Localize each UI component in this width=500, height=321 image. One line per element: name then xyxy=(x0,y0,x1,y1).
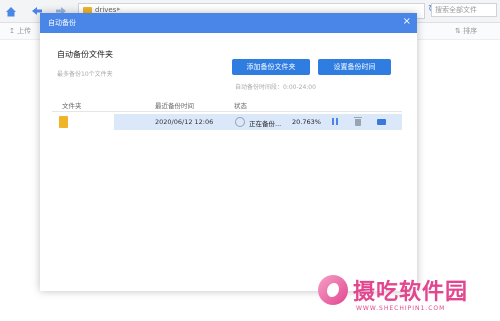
dialog-title: 自动备份 xyxy=(48,19,76,27)
pause-icon[interactable] xyxy=(330,117,339,127)
auto-backup-dialog: 自动备份 × 自动备份文件夹 最多备份10个文件夹 添加备份文件夹 设置备份时间… xyxy=(40,13,417,291)
max-folders-hint: 最多备份10个文件夹 xyxy=(57,71,113,78)
chevron-right-icon[interactable]: ▸ xyxy=(117,5,121,13)
watermark-logo-icon xyxy=(318,275,348,305)
dialog-header: 自动备份 × xyxy=(40,13,417,33)
upload-label: 上传 xyxy=(17,27,32,35)
column-folder: 文件夹 xyxy=(62,102,82,110)
table-row[interactable]: 2020/06/12 12:06 正在备份... 20.763% xyxy=(52,114,402,130)
column-last-backup: 最近备份时间 xyxy=(155,102,194,110)
set-backup-time-button[interactable]: 设置备份时间 xyxy=(318,59,391,75)
open-folder-icon[interactable] xyxy=(377,117,386,127)
last-backup-time: 2020/06/12 12:06 xyxy=(155,118,214,126)
backup-time-range: 自动备份时间段：0:00-24:00 xyxy=(235,84,316,91)
sort-button[interactable]: ⇅ 排序 xyxy=(455,26,477,36)
search-input[interactable]: 搜索全部文件 xyxy=(431,3,497,17)
section-title: 自动备份文件夹 xyxy=(57,50,113,59)
trash-icon[interactable] xyxy=(354,117,363,127)
backup-percent: 20.763% xyxy=(292,118,321,126)
close-icon[interactable]: × xyxy=(403,16,411,28)
upload-button[interactable]: ↥ 上传 xyxy=(9,26,31,36)
backup-status: 正在备份... xyxy=(249,120,282,128)
folder-icon xyxy=(59,116,68,128)
home-icon[interactable] xyxy=(4,4,18,18)
watermark-url: WWW.SHECHIPIN1.COM xyxy=(356,305,446,312)
watermark-brand: 摄吃软件园 xyxy=(353,280,469,305)
watermark: 摄吃软件园 WWW.SHECHIPIN1.COM xyxy=(310,268,500,321)
table-header: 文件夹 最近备份时间 状态 xyxy=(52,99,402,112)
sort-label: 排序 xyxy=(463,27,478,35)
add-backup-folder-button[interactable]: 添加备份文件夹 xyxy=(232,59,310,75)
spinner-icon xyxy=(235,117,245,127)
column-status: 状态 xyxy=(234,102,247,110)
